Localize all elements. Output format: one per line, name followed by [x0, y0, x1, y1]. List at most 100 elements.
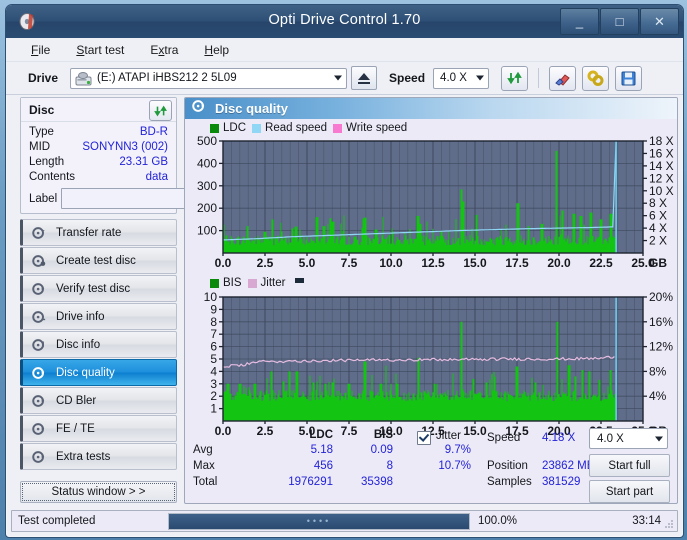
sidebar-item-label: Disc quality [56, 367, 115, 379]
navigation-list: Transfer rate Create test disc Verify te… [20, 219, 177, 470]
sidebar-item-disc-info[interactable]: Disc info [20, 331, 177, 358]
svg-text:10 X: 10 X [649, 184, 674, 198]
content-area: Disc Type BD-R MID SONY [6, 94, 683, 537]
disc-icon [31, 393, 46, 408]
maximize-button[interactable]: □ [600, 8, 639, 35]
settings-icon [587, 70, 604, 86]
svg-text:12.5: 12.5 [421, 256, 445, 270]
save-button[interactable] [615, 66, 642, 91]
left-panel: Disc Type BD-R MID SONY [20, 97, 177, 503]
sidebar-item-disc-quality[interactable]: Disc quality [20, 359, 177, 386]
close-button[interactable]: ✕ [640, 8, 679, 35]
svg-text:4 X: 4 X [649, 221, 667, 235]
disc-key: Length [29, 155, 64, 170]
legend-label-read-speed: Read speed [265, 122, 327, 134]
refresh-drive-button[interactable] [501, 66, 528, 91]
refresh-icon [154, 104, 168, 118]
disc-info-box: Disc Type BD-R MID SONY [20, 97, 177, 214]
start-part-button[interactable]: Start part [589, 480, 670, 503]
start-full-button[interactable]: Start full [589, 454, 670, 477]
minimize-button[interactable]: _ [560, 8, 599, 35]
svg-text:16 X: 16 X [649, 146, 674, 160]
legend-swatch-read-speed [252, 124, 261, 133]
stats-max-jitter: 10.7% [425, 460, 471, 472]
disc-icon [31, 421, 46, 436]
sidebar-item-label: Extra tests [56, 451, 110, 463]
stats-header-bis: BIS [353, 429, 393, 441]
progress-percent: 100.0% [470, 515, 540, 527]
svg-text:6: 6 [210, 340, 217, 354]
menu-extra[interactable]: Extra [147, 41, 181, 59]
settings-button[interactable] [582, 66, 609, 91]
stats-samples-label: Samples [487, 476, 532, 488]
disc-refresh-button[interactable] [149, 100, 172, 121]
disc-row-type: Type BD-R [29, 125, 168, 140]
disc-icon [31, 253, 46, 268]
sidebar-item-label: CD Bler [56, 395, 96, 407]
eject-button[interactable] [351, 66, 377, 90]
eraser-button[interactable] [549, 66, 576, 91]
sidebar-item-fe-te[interactable]: FE / TE [20, 415, 177, 442]
legend-bottom: BIS Jitter [210, 277, 304, 289]
status-bar: Test completed •••• 100.0% 33:14 [11, 510, 678, 532]
eraser-icon [554, 71, 571, 86]
svg-text:15.0: 15.0 [463, 256, 487, 270]
menu-file[interactable]: File [28, 41, 53, 59]
svg-text:10.0: 10.0 [379, 256, 403, 270]
disc-icon [31, 449, 46, 464]
title-bar: Opti Drive Control 1.70 _ □ ✕ [6, 5, 683, 38]
disc-value: BD-R [140, 125, 168, 140]
sidebar-item-label: FE / TE [56, 423, 95, 435]
progress-dots: •••• [307, 516, 332, 526]
menu-start-test[interactable]: Start test [73, 41, 127, 59]
application-window: Opti Drive Control 1.70 _ □ ✕ File Start… [5, 4, 684, 538]
toolbar-divider [538, 68, 539, 88]
speed-value: 4.0 X [440, 72, 467, 84]
disc-key: Contents [29, 170, 75, 185]
sidebar-item-drive-info[interactable]: Drive info [20, 303, 177, 330]
stats-row-max: Max [193, 460, 215, 472]
legend-swatch-bis [210, 279, 219, 288]
sidebar-item-cd-bler[interactable]: CD Bler [20, 387, 177, 414]
stats-row-total: Total [193, 476, 217, 488]
svg-text:2.5: 2.5 [257, 256, 274, 270]
speed-select[interactable]: 4.0 X [433, 68, 489, 89]
menu-help[interactable]: Help [201, 41, 232, 59]
legend-swatch-jitter [248, 279, 257, 288]
disc-label-row: Label [29, 188, 168, 209]
svg-text:20.0: 20.0 [547, 256, 571, 270]
sidebar-item-verify-test-disc[interactable]: Verify test disc [20, 275, 177, 302]
sidebar-item-extra-tests[interactable]: Extra tests [20, 443, 177, 470]
quality-graph-bottom[interactable]: 123456789104%8%12%16%20%0.02.55.07.510.0… [187, 291, 678, 443]
resize-grip-icon[interactable] [663, 518, 674, 529]
svg-text:300: 300 [197, 179, 217, 193]
stats-avg-ldc: 5.18 [293, 444, 333, 456]
drive-select[interactable]: (E:) ATAPI iHBS212 2 5L09 [70, 68, 347, 89]
legend-swatch-ldc [210, 124, 219, 133]
test-speed-select[interactable]: 4.0 X [589, 428, 668, 449]
sidebar-item-transfer-rate[interactable]: Transfer rate [20, 219, 177, 246]
disc-key: MID [29, 140, 50, 155]
chevron-down-icon [476, 76, 484, 81]
stats-max-ldc: 456 [293, 460, 333, 472]
status-window-button[interactable]: Status window > > [20, 481, 177, 503]
toolbar: Drive (E:) ATAPI iHBS212 2 5L09 Speed 4.… [6, 62, 683, 95]
stats-row-avg: Avg [193, 444, 213, 456]
jitter-checkbox[interactable] [417, 431, 431, 445]
disc-row-mid: MID SONYNN3 (002) [29, 140, 168, 155]
disc-icon [31, 281, 46, 296]
disc-value: SONYNN3 (002) [82, 140, 168, 155]
sidebar-item-label: Disc info [56, 339, 100, 351]
sidebar-item-create-test-disc[interactable]: Create test disc [20, 247, 177, 274]
stats-avg-bis: 0.09 [353, 444, 393, 456]
speed-label: Speed [389, 71, 425, 85]
jitter-marker-icon [295, 278, 304, 283]
legend-top: LDC Read speed Write speed [210, 122, 407, 134]
quality-graph-top[interactable]: 1002003004005002 X4 X6 X8 X10 X12 X14 X1… [187, 135, 678, 275]
svg-text:6 X: 6 X [649, 209, 667, 223]
refresh-icon [507, 70, 523, 86]
status-message: Test completed [12, 515, 168, 527]
stats-speed-label: Speed [487, 432, 520, 444]
test-speed-value: 4.0 X [597, 433, 624, 445]
disc-icon [31, 309, 46, 324]
